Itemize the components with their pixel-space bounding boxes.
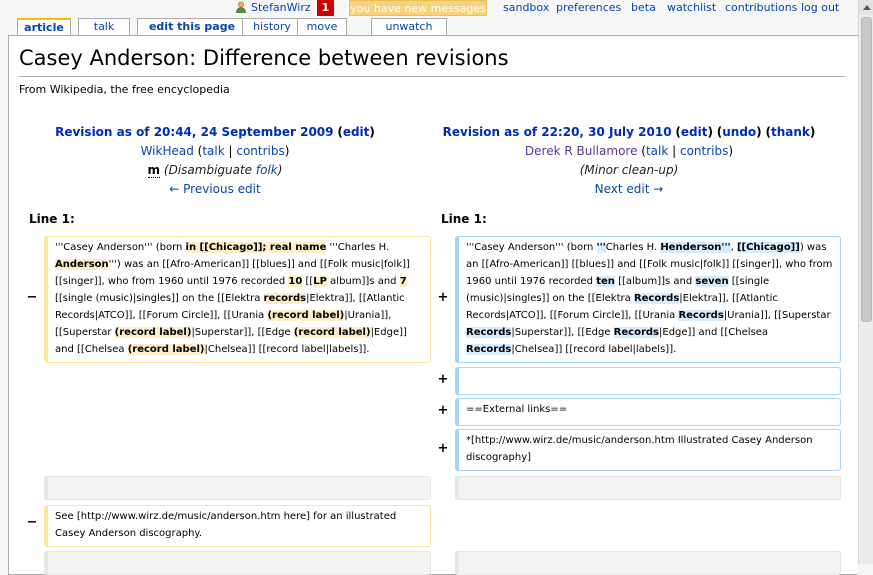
old-user-contribs-link[interactable]: contribs — [236, 144, 284, 158]
deleted-line-1: '''Casey Anderson''' (born in [[Chicago]… — [44, 236, 431, 363]
old-user-talk-link[interactable]: talk — [202, 144, 224, 158]
user-icon — [236, 1, 246, 13]
old-summary-link[interactable]: folk — [256, 163, 278, 177]
tab-edit[interactable]: edit this page — [137, 18, 247, 35]
old-revision-header: Revision as of 20:44, 24 September 2009 … — [55, 125, 375, 196]
deleted-line-2: See [http://www.wirz.de/music/anderson.h… — [44, 505, 431, 547]
notification-badge[interactable]: 1 — [317, 0, 334, 16]
tab-history[interactable]: history — [242, 18, 302, 35]
line-number-right: Line 1: — [441, 212, 487, 226]
addition-marker: + — [437, 290, 449, 305]
tab-unwatch[interactable]: unwatch — [371, 18, 447, 35]
thank-link[interactable]: thank — [771, 125, 810, 139]
context-line-right — [455, 551, 841, 575]
beta-link[interactable]: beta — [631, 1, 656, 14]
deletion-marker: − — [26, 290, 38, 305]
new-revision-link[interactable]: Revision as of 22:20, 30 July 2010 — [443, 125, 672, 139]
context-line-left — [44, 551, 431, 575]
addition-marker: + — [437, 403, 449, 418]
new-user-link[interactable]: Derek R Bullamore — [525, 144, 638, 158]
vertical-scrollbar[interactable] — [858, 0, 873, 564]
old-summary-text: Disambiguate — [168, 163, 256, 177]
content-area: Casey Anderson: Difference between revis… — [8, 35, 858, 575]
arrow-up-icon — [863, 5, 871, 10]
deletion-marker: − — [26, 515, 38, 530]
added-line-2 — [455, 367, 841, 395]
new-user-contribs-link[interactable]: contribs — [680, 144, 728, 158]
sandbox-link[interactable]: sandbox — [503, 1, 549, 14]
page-title: Casey Anderson: Difference between revis… — [19, 46, 509, 70]
undo-link[interactable]: undo — [722, 125, 756, 139]
heading-divider — [19, 76, 845, 77]
new-edit-link[interactable]: edit — [681, 125, 708, 139]
line-number-left: Line 1: — [29, 212, 75, 226]
tab-move[interactable]: move — [297, 18, 347, 35]
tab-talk[interactable]: talk — [78, 18, 130, 35]
old-revision-link[interactable]: Revision as of 20:44, 24 September 2009 — [55, 125, 333, 139]
preferences-link[interactable]: preferences — [556, 1, 621, 14]
old-edit-link[interactable]: edit — [343, 125, 370, 139]
new-summary-text: Minor clean-up — [584, 163, 674, 177]
next-edit-link[interactable]: Next edit → — [595, 182, 664, 196]
new-revision-header: Revision as of 22:20, 30 July 2010 (edit… — [442, 125, 816, 196]
context-line-right — [455, 476, 841, 500]
old-user-link[interactable]: WikHead — [141, 144, 194, 158]
tab-article[interactable]: article — [17, 18, 71, 35]
added-line-4: *[http://www.wirz.de/music/anderson.htm … — [455, 429, 841, 471]
added-line-3: ==External links== — [455, 398, 841, 426]
scroll-up-button[interactable] — [859, 0, 873, 15]
scroll-thumb[interactable] — [861, 17, 872, 322]
addition-marker: + — [437, 372, 449, 387]
username-link[interactable]: StefanWirz — [251, 1, 311, 14]
new-user-talk-link[interactable]: talk — [646, 144, 668, 158]
context-line-left — [44, 476, 431, 500]
site-tagline: From Wikipedia, the free encyclopedia — [19, 83, 230, 96]
added-line-1: '''Casey Anderson''' (born '''Charles H.… — [455, 236, 841, 363]
addition-marker: + — [437, 441, 449, 456]
personal-bar: StefanWirz 1 you have new messages sandb… — [0, 0, 873, 16]
new-messages-notice[interactable]: you have new messages — [349, 0, 487, 16]
previous-edit-link[interactable]: ← Previous edit — [169, 182, 260, 196]
watchlist-link[interactable]: watchlist — [667, 1, 716, 14]
logout-link[interactable]: log out — [801, 1, 839, 14]
minor-edit-marker: m — [147, 163, 161, 178]
contributions-link[interactable]: contributions — [725, 1, 797, 14]
